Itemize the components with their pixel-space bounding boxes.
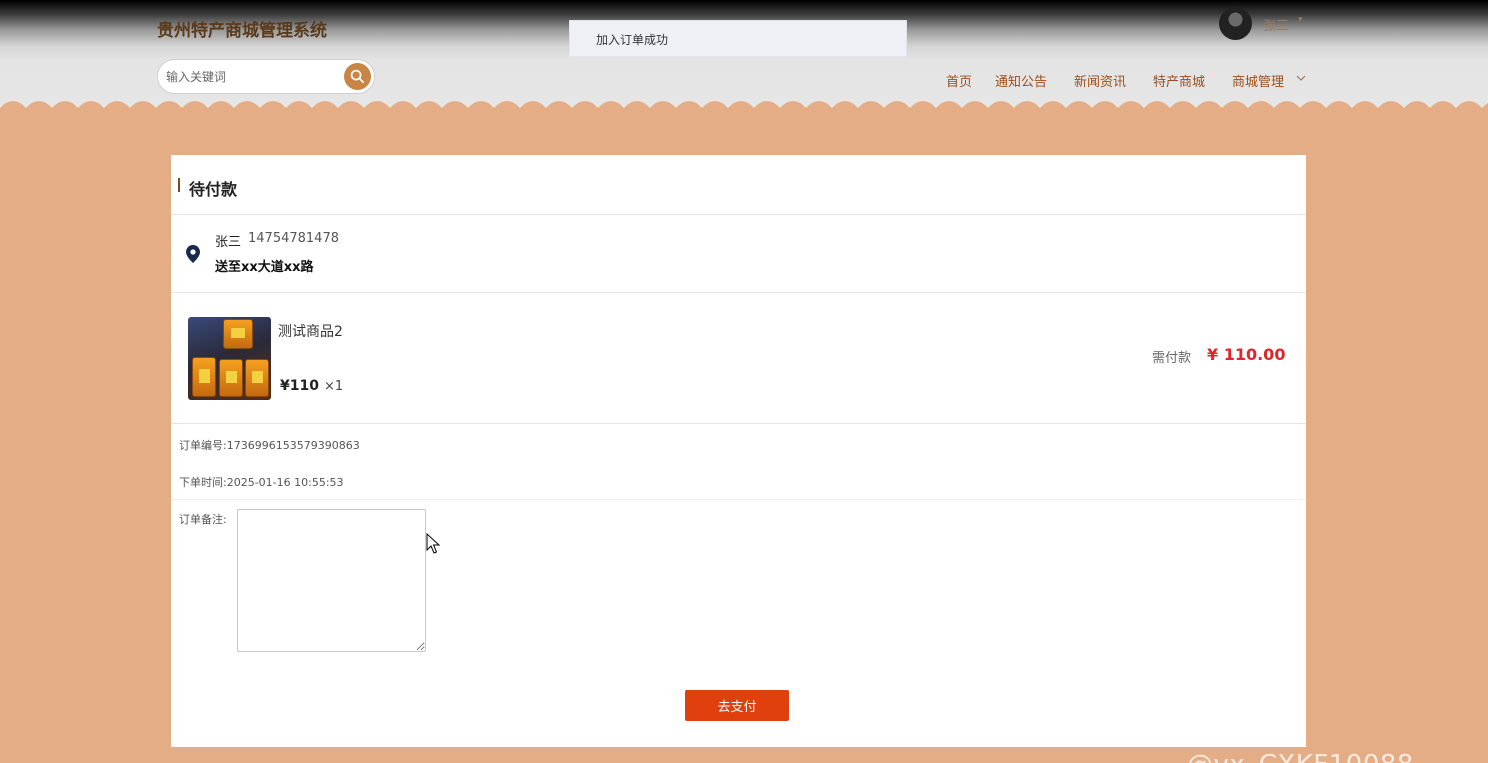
header-wave-decoration xyxy=(0,101,1488,120)
order-time-label: 下单时间: xyxy=(179,476,227,489)
product-image[interactable] xyxy=(188,317,271,400)
remark-label: 订单备注: xyxy=(179,513,227,526)
address-section[interactable]: 张三 14754781478 送至xx大道xx路 xyxy=(171,215,1306,293)
divider xyxy=(171,499,1306,500)
nav-notices[interactable]: 通知公告 xyxy=(995,71,1047,90)
search-box xyxy=(157,59,375,94)
nav-specialty-mall[interactable]: 特产商城 xyxy=(1153,71,1205,90)
user-avatar[interactable] xyxy=(1219,7,1252,40)
product-price: ¥110 xyxy=(280,378,319,394)
search-input[interactable] xyxy=(166,67,336,87)
pay-button[interactable]: 去支付 xyxy=(685,690,789,721)
amount-due-value: ¥ 110.00 xyxy=(1207,345,1286,364)
order-card: 待付款 张三 14754781478 送至xx大道xx路 测试商品2 ¥110 … xyxy=(171,155,1306,747)
product-quantity: ×1 xyxy=(324,379,344,394)
title-accent-bar xyxy=(178,178,180,192)
order-status-title: 待付款 xyxy=(189,180,238,199)
location-pin-icon xyxy=(186,245,200,263)
mouse-cursor-icon xyxy=(426,533,440,554)
recipient-name: 张三 xyxy=(215,235,242,250)
search-icon xyxy=(350,69,364,83)
caret-down-icon[interactable]: ▾ xyxy=(1298,15,1303,25)
chevron-down-icon[interactable] xyxy=(1295,72,1307,84)
nav-mall-management[interactable]: 商城管理 xyxy=(1232,71,1284,90)
nav-news[interactable]: 新闻资讯 xyxy=(1074,71,1126,90)
search-button[interactable] xyxy=(344,63,371,90)
order-number-value: 1736996153579390863 xyxy=(226,439,360,452)
order-time-value: 2025-01-16 10:55:53 xyxy=(226,476,344,489)
site-title[interactable]: 贵州特产商城管理系统 xyxy=(157,16,327,41)
amount-due-label: 需付款 xyxy=(1152,351,1192,366)
product-name[interactable]: 测试商品2 xyxy=(278,321,343,341)
nav-home[interactable]: 首页 xyxy=(946,71,972,90)
order-remark-textarea[interactable] xyxy=(237,509,426,652)
recipient-phone: 14754781478 xyxy=(248,231,339,246)
user-name[interactable]: 张三 xyxy=(1263,15,1289,34)
order-number-row: 订单编号:1736996153579390863 xyxy=(179,437,360,453)
card-header: 待付款 xyxy=(171,155,1306,215)
order-time-row: 下单时间:2025-01-16 10:55:53 xyxy=(179,474,344,490)
delivery-address: 送至xx大道xx路 xyxy=(215,260,314,275)
product-row: 测试商品2 ¥110 ×1 需付款 ¥ 110.00 xyxy=(171,293,1306,424)
order-number-label: 订单编号: xyxy=(179,439,227,452)
success-toast: 加入订单成功 xyxy=(569,20,907,57)
watermark: CSDN @vx_CXKF10088 xyxy=(1187,720,1413,763)
